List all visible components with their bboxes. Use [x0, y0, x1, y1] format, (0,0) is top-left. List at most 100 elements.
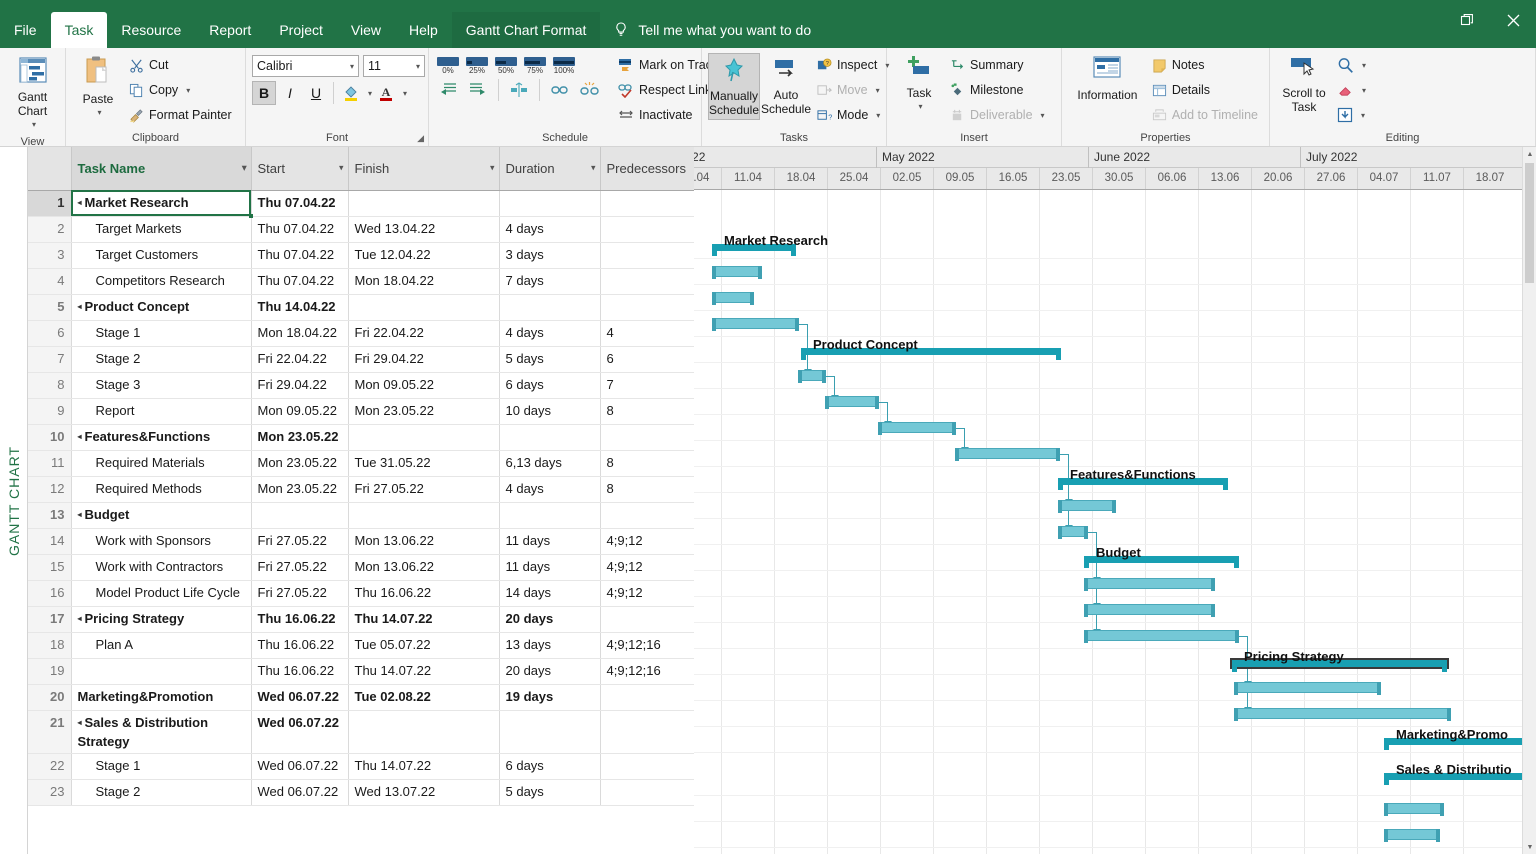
start-cell[interactable]: Thu 07.04.22 — [251, 216, 348, 242]
duration-cell[interactable]: 11 days — [499, 528, 600, 554]
gantt-task-bar[interactable] — [712, 292, 754, 303]
finish-cell[interactable]: Fri 29.04.22 — [348, 346, 499, 372]
ribbon-tab-project[interactable]: Project — [265, 12, 337, 48]
clear-button[interactable]: ▾ — [1334, 78, 1371, 102]
start-cell[interactable]: Mon 23.05.22 — [251, 476, 348, 502]
copy-button[interactable]: Copy ▾ — [126, 78, 237, 102]
duration-cell[interactable]: 4 days — [499, 216, 600, 242]
finish-cell[interactable]: Thu 14.07.22 — [348, 658, 499, 684]
task-name-cell[interactable]: Model Product Life Cycle — [71, 580, 251, 606]
duration-cell[interactable] — [499, 190, 600, 216]
row-id-cell[interactable]: 5 — [28, 294, 71, 320]
row-id-cell[interactable]: 16 — [28, 580, 71, 606]
gantt-task-bar[interactable] — [1384, 829, 1440, 840]
gantt-task-bar[interactable] — [1384, 803, 1444, 814]
table-row[interactable]: 5◂Product ConceptThu 14.04.22 — [28, 294, 694, 320]
format-painter-button[interactable]: Format Painter — [126, 103, 237, 127]
chevron-down-icon[interactable]: ▾ — [1362, 86, 1366, 95]
auto-schedule-button[interactable]: Auto Schedule — [760, 53, 812, 118]
gantt-bars-area[interactable]: Market ResearchProduct ConceptFeatures&F… — [694, 190, 1536, 854]
scroll-down-icon[interactable]: ▼ — [1523, 840, 1536, 854]
row-id-cell[interactable]: 6 — [28, 320, 71, 346]
predecessors-cell[interactable] — [600, 242, 694, 268]
finish-cell[interactable] — [348, 294, 499, 320]
predecessors-cell[interactable] — [600, 216, 694, 242]
finish-cell[interactable]: Mon 13.06.22 — [348, 528, 499, 554]
chevron-down-icon[interactable]: ▾ — [32, 118, 36, 132]
start-cell[interactable]: Mon 09.05.22 — [251, 398, 348, 424]
predecessors-cell[interactable]: 8 — [600, 450, 694, 476]
task-name-cell[interactable]: Required Materials — [71, 450, 251, 476]
chevron-down-icon[interactable]: ▾ — [339, 163, 344, 174]
duration-cell[interactable]: 7 days — [499, 268, 600, 294]
start-cell[interactable]: Thu 16.06.22 — [251, 632, 348, 658]
start-cell[interactable] — [251, 502, 348, 528]
start-cell[interactable]: Wed 06.07.22 — [251, 779, 348, 805]
finish-cell[interactable]: Fri 27.05.22 — [348, 476, 499, 502]
predecessors-cell[interactable] — [600, 606, 694, 632]
duration-cell[interactable]: 4 days — [499, 476, 600, 502]
ribbon-tab-task[interactable]: Task — [51, 12, 108, 48]
chevron-down-icon[interactable]: ▾ — [97, 106, 101, 120]
fill-down-button[interactable]: ▾ — [1334, 103, 1371, 127]
gantt-chart-button[interactable]: Gantt Chart ▾ — [6, 53, 59, 134]
gantt-row[interactable] — [694, 441, 1536, 467]
start-cell[interactable]: Thu 07.04.22 — [251, 268, 348, 294]
row-id-cell[interactable]: 23 — [28, 779, 71, 805]
start-cell[interactable]: Wed 06.07.22 — [251, 753, 348, 779]
chevron-down-icon[interactable]: ▾ — [368, 89, 372, 98]
fill-color-button[interactable] — [339, 81, 363, 105]
row-id-cell[interactable]: 14 — [28, 528, 71, 554]
gantt-row[interactable] — [694, 259, 1536, 285]
row-id-cell[interactable]: 21 — [28, 710, 71, 753]
task-name-cell[interactable]: Work with Contractors — [71, 554, 251, 580]
italic-button[interactable]: I — [278, 81, 302, 105]
predecessors-cell[interactable]: 6 — [600, 346, 694, 372]
ribbon-tab-view[interactable]: View — [337, 12, 395, 48]
chevron-down-icon[interactable]: ▾ — [350, 62, 354, 71]
predecessors-cell[interactable] — [600, 424, 694, 450]
start-cell[interactable]: Mon 18.04.22 — [251, 320, 348, 346]
finish-cell[interactable]: Tue 02.08.22 — [348, 684, 499, 710]
paste-button[interactable]: Paste ▾ — [72, 53, 124, 122]
ribbon-tab-file[interactable]: File — [0, 12, 51, 48]
scroll-to-task-button[interactable]: Scroll to Task — [1276, 53, 1332, 116]
unlink-tasks-button[interactable] — [577, 78, 603, 102]
start-cell[interactable]: Thu 07.04.22 — [251, 242, 348, 268]
row-id-cell[interactable]: 3 — [28, 242, 71, 268]
row-id-cell[interactable]: 7 — [28, 346, 71, 372]
finish-cell[interactable]: Wed 13.07.22 — [348, 779, 499, 805]
finish-cell[interactable] — [348, 502, 499, 528]
gantt-row[interactable] — [694, 415, 1536, 441]
duration-cell[interactable] — [499, 424, 600, 450]
task-name-cell[interactable]: Work with Sponsors — [71, 528, 251, 554]
task-name-cell[interactable]: Stage 1 — [71, 753, 251, 779]
ribbon-tab-report[interactable]: Report — [195, 12, 265, 48]
predecessors-cell[interactable] — [600, 684, 694, 710]
table-row[interactable]: 9ReportMon 09.05.22Mon 23.05.2210 days8 — [28, 398, 694, 424]
predecessors-cell[interactable] — [600, 502, 694, 528]
predecessors-cell[interactable]: 4 — [600, 320, 694, 346]
font-name-input[interactable]: Calibri ▾ — [252, 55, 359, 77]
gantt-task-bar[interactable] — [712, 318, 799, 329]
table-row[interactable]: 7Stage 2Fri 22.04.22Fri 29.04.225 days6 — [28, 346, 694, 372]
gantt-task-bar[interactable] — [1234, 708, 1451, 719]
information-button[interactable]: Information — [1068, 53, 1147, 104]
start-cell[interactable]: Mon 23.05.22 — [251, 450, 348, 476]
table-row[interactable]: 19Thu 16.06.22Thu 14.07.2220 days4;9;12;… — [28, 658, 694, 684]
close-button[interactable] — [1490, 0, 1536, 40]
cut-button[interactable]: Cut — [126, 53, 237, 77]
chevron-down-icon[interactable]: ▾ — [186, 86, 190, 95]
gantt-task-bar[interactable] — [955, 448, 1060, 459]
row-id-cell[interactable]: 15 — [28, 554, 71, 580]
table-row[interactable]: 15Work with ContractorsFri 27.05.22Mon 1… — [28, 554, 694, 580]
gantt-task-bar[interactable] — [1084, 578, 1215, 589]
table-row[interactable]: 14Work with SponsorsFri 27.05.22Mon 13.0… — [28, 528, 694, 554]
finish-cell[interactable]: Thu 14.07.22 — [348, 606, 499, 632]
finish-cell[interactable]: Wed 13.04.22 — [348, 216, 499, 242]
finish-cell[interactable]: Mon 09.05.22 — [348, 372, 499, 398]
duration-cell[interactable]: 5 days — [499, 779, 600, 805]
task-name-cell[interactable]: ◂Features&Functions — [71, 424, 251, 450]
ribbon-tab-gantt-chart-format[interactable]: Gantt Chart Format — [452, 12, 601, 48]
task-name-cell[interactable]: Plan A — [71, 632, 251, 658]
